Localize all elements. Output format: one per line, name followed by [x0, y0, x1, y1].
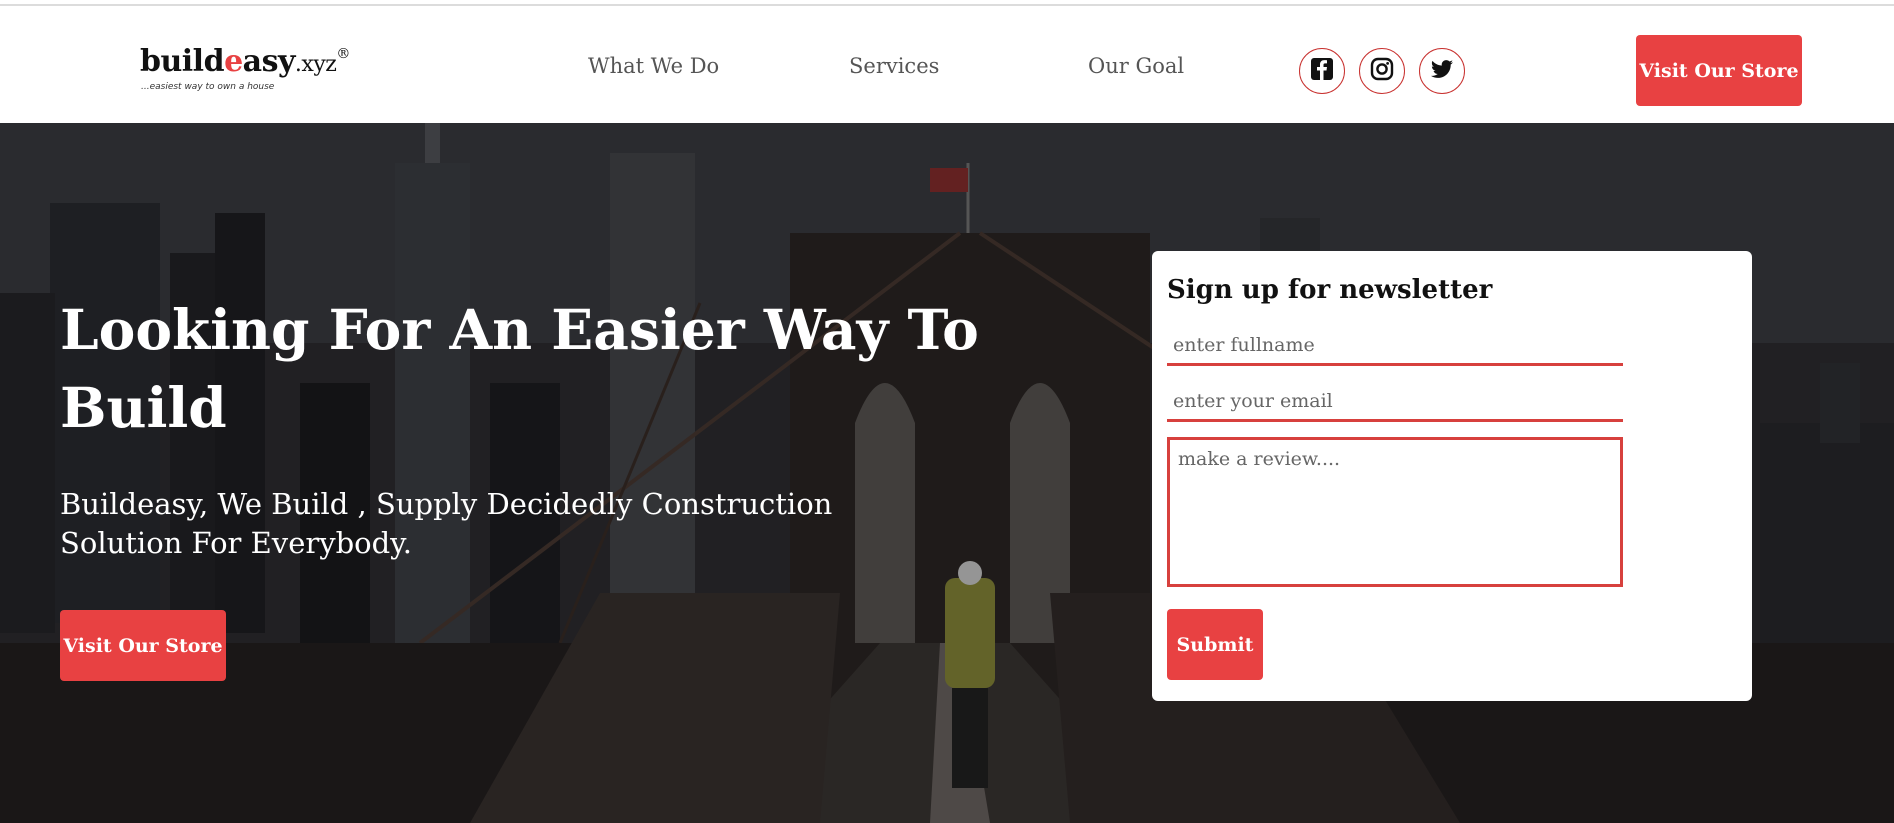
email-input[interactable]	[1167, 382, 1623, 422]
navbar: buildeasy.xyz® ...easiest way to own a h…	[0, 6, 1894, 123]
logo-wordmark: buildeasy.xyz®	[140, 44, 350, 79]
site-logo[interactable]: buildeasy.xyz® ...easiest way to own a h…	[140, 44, 350, 94]
submit-button[interactable]: Submit	[1167, 609, 1263, 680]
hero-title: Looking For An Easier Way To Build	[60, 297, 979, 440]
newsletter-form: Sign up for newsletter Submit	[1152, 251, 1752, 701]
instagram-link[interactable]	[1359, 48, 1405, 94]
logo-tagline: ...easiest way to own a house	[141, 82, 275, 92]
hero-subtitle: Buildeasy, We Build , Supply Decidedly C…	[60, 487, 833, 560]
nav-link-our-goal[interactable]: Our Goal	[1088, 54, 1184, 78]
review-textarea[interactable]	[1167, 437, 1623, 587]
facebook-icon	[1309, 56, 1335, 86]
twitter-link[interactable]	[1419, 48, 1465, 94]
nav-link-what-we-do[interactable]: What We Do	[588, 54, 719, 78]
newsletter-title: Sign up for newsletter	[1167, 275, 1493, 305]
instagram-icon	[1369, 56, 1395, 86]
twitter-icon	[1429, 56, 1455, 86]
nav-link-services[interactable]: Services	[849, 54, 939, 78]
visit-store-button[interactable]: Visit Our Store	[1636, 35, 1802, 106]
fullname-input[interactable]	[1167, 326, 1623, 366]
hero-visit-store-button[interactable]: Visit Our Store	[60, 610, 226, 681]
facebook-link[interactable]	[1299, 48, 1345, 94]
